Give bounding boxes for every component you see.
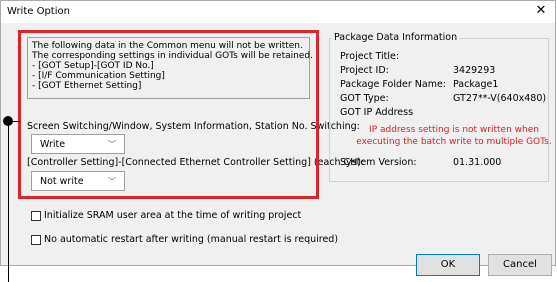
title-bar: Write Option ✕: [1, 1, 555, 23]
got-type-value: GT27**-V(640x480): [453, 93, 547, 104]
restart-checkbox[interactable]: [31, 235, 41, 245]
system-version-value: 01.31.000: [453, 157, 502, 168]
highlight-frame: [18, 30, 319, 199]
cancel-button[interactable]: Cancel: [488, 254, 552, 276]
folder-name-label: Package Folder Name:: [340, 79, 447, 90]
restart-checkbox-label: No automatic restart after writing (manu…: [44, 234, 339, 245]
sram-checkbox-label: Initialize SRAM user area at the time of…: [44, 210, 302, 221]
got-type-label: GOT Type:: [340, 93, 389, 104]
ip-warning-line: executing the batch write to multiple GO…: [356, 137, 552, 147]
ip-warning-line: IP address setting is not written when: [369, 125, 539, 135]
folder-name-value: Package1: [453, 79, 499, 90]
sram-checkbox[interactable]: [31, 211, 41, 221]
got-ip-label: GOT IP Address: [340, 107, 414, 118]
callout-line: [8, 121, 20, 122]
close-icon[interactable]: ✕: [533, 3, 549, 19]
system-version-label: System Version:: [340, 157, 417, 168]
project-id-label: Project ID:: [340, 65, 389, 76]
ok-button[interactable]: OK: [416, 254, 480, 276]
window-title: Write Option: [7, 6, 70, 17]
write-option-dialog: Write Option ✕ The following data in the…: [0, 0, 556, 276]
project-id-value: 3429293: [453, 65, 496, 76]
project-title-label: Project Title:: [340, 51, 400, 62]
package-data-title: Package Data Information: [332, 32, 460, 43]
callout-line: [8, 122, 9, 282]
